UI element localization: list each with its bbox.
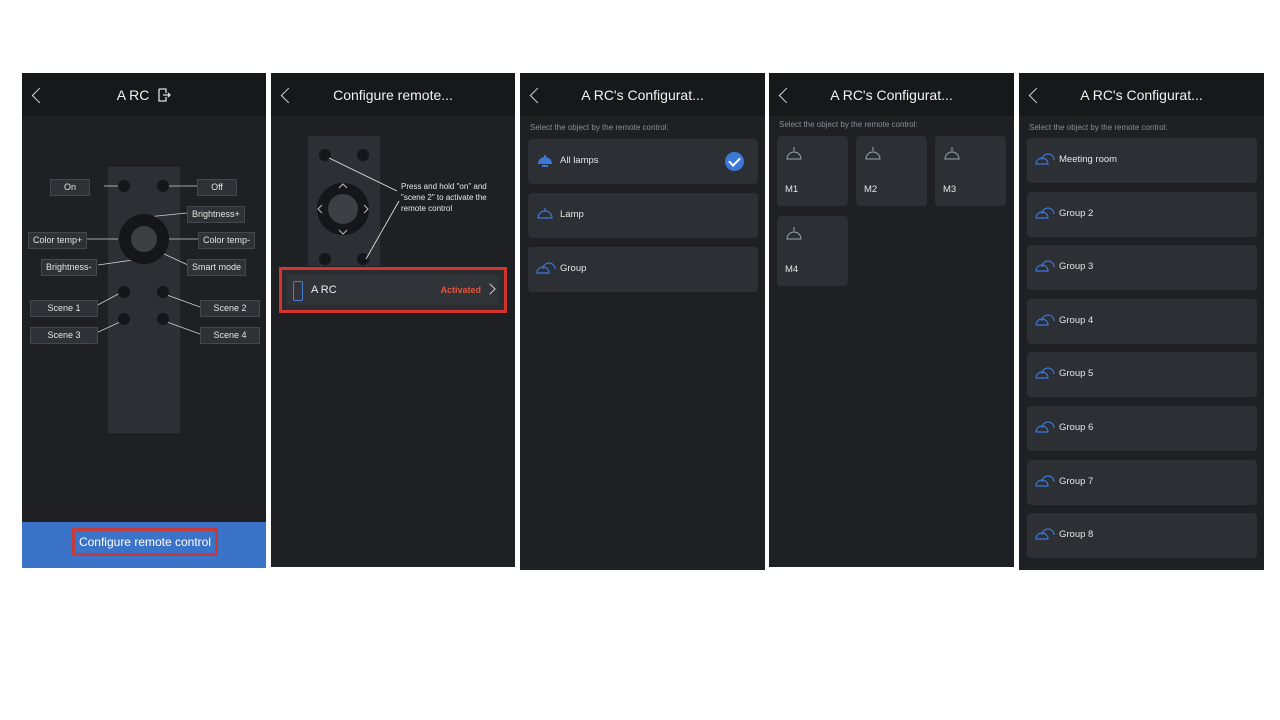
list-item-label: Group 6 — [1059, 422, 1094, 433]
configure-remote-button[interactable]: Configure remote control — [72, 528, 218, 556]
list-item-lamp[interactable]: Lamp — [528, 193, 758, 238]
scene2-button-dot — [157, 286, 169, 298]
group-icon — [1035, 528, 1055, 540]
group-list-item[interactable]: Group 8 — [1027, 513, 1257, 559]
label-scene4: Scene 4 — [200, 327, 260, 344]
label-scene2: Scene 2 — [200, 300, 260, 317]
chevron-right-icon — [484, 283, 496, 295]
lamp-tile-m4[interactable]: M4 — [777, 216, 848, 286]
scene3-button-dot — [118, 313, 130, 325]
status-badge: Activated — [440, 285, 481, 295]
lamp-tile-m3[interactable]: M3 — [935, 136, 1006, 206]
tile-label: M2 — [864, 184, 878, 195]
group-icon — [1035, 421, 1055, 433]
list-item-label: Group 2 — [1059, 207, 1094, 219]
list-item-label: Group 5 — [1059, 368, 1094, 380]
screen-remote-overview: A RC On Off Brightness+ Color temp+ Colo… — [22, 73, 266, 568]
list-item-group[interactable]: Group — [528, 247, 758, 292]
group-list-item[interactable]: Group 2 — [1027, 191, 1257, 237]
label-off: Off — [197, 179, 237, 196]
pendant-lamp-icon — [944, 147, 960, 160]
lamp-filled-icon — [538, 155, 552, 167]
off-button-dot — [157, 180, 169, 192]
screen-select-lamps: A RC's Configurat... Select the object b… — [769, 73, 1014, 567]
page-title: A RC's Configurat... — [830, 87, 953, 103]
list-item-label: All lamps — [560, 155, 599, 166]
scene1-button-dot — [118, 286, 130, 298]
tile-label: M3 — [943, 184, 957, 195]
label-on: On — [50, 179, 90, 196]
activation-instruction: Press and hold "on" and "scene 2" to act… — [401, 182, 487, 213]
lamp-tile-m2[interactable]: M2 — [856, 136, 927, 206]
group-icon — [1035, 207, 1055, 219]
label-color-temp-up: Color temp+ — [28, 232, 88, 249]
label-brightness-down: Brightness- — [41, 259, 97, 276]
remote-device-row[interactable]: A RC Activated — [279, 267, 507, 313]
scene4-button-dot — [157, 313, 169, 325]
device-name: A RC — [311, 284, 337, 296]
list-item-label: Group 4 — [1059, 314, 1094, 326]
label-smart-mode: Smart mode — [187, 259, 247, 276]
leader-lines — [87, 185, 201, 335]
page-title: A RC's Configurat... — [581, 87, 704, 103]
label-brightness-up: Brightness+ — [187, 206, 245, 223]
remote-illustration — [317, 149, 400, 265]
list-item-label: Group 8 — [1059, 529, 1094, 541]
lamp-icon — [537, 208, 553, 219]
group-list-item[interactable]: Meeting room — [1027, 138, 1257, 183]
group-list-item[interactable]: Group 3 — [1027, 245, 1257, 291]
group-icon — [1035, 367, 1055, 379]
remote-device-row-inner: A RC Activated — [287, 275, 499, 305]
group-list-item[interactable]: Group 4 — [1027, 298, 1257, 344]
label-scene3: Scene 3 — [30, 327, 98, 344]
configure-bar: Configure remote control — [22, 522, 266, 568]
label-scene1: Scene 1 — [30, 300, 98, 317]
checkmark-icon[interactable] — [725, 152, 744, 171]
list-item-label: Lamp — [560, 209, 584, 220]
group-icon — [1035, 475, 1055, 487]
remote-icon — [293, 281, 303, 301]
group-icon — [536, 262, 556, 274]
screen-select-groups: A RC's Configurat... Select the object b… — [1019, 73, 1264, 570]
page-title: A RC's Configurat... — [1080, 87, 1203, 103]
label-color-temp-down: Color temp- — [198, 232, 256, 249]
tile-label: M4 — [785, 264, 799, 275]
select-hint: Select the object by the remote control: — [779, 120, 918, 129]
group-list-item[interactable]: Group 5 — [1027, 352, 1257, 398]
screen-select-object: A RC's Configurat... Select the object b… — [520, 73, 765, 570]
list-item-label: Group — [560, 263, 587, 274]
pendant-lamp-icon — [865, 147, 881, 160]
direction-ring — [119, 214, 169, 264]
screen-configure-remote: Configure remote... Press and hold "on" … — [271, 73, 515, 567]
pendant-lamp-icon — [786, 147, 802, 160]
select-hint: Select the object by the remote control: — [1029, 123, 1168, 132]
lamp-tile-m1[interactable]: M1 — [777, 136, 848, 206]
group-icon — [1035, 260, 1055, 272]
list-item-label: Meeting room — [1059, 154, 1118, 165]
list-item-all-lamps[interactable]: All lamps — [528, 139, 758, 184]
group-icon — [1035, 314, 1055, 326]
tile-label: M1 — [785, 184, 799, 195]
group-icon — [1035, 153, 1055, 165]
ring-center — [131, 226, 157, 252]
group-list-item[interactable]: Group 7 — [1027, 459, 1257, 505]
on-button-dot — [118, 180, 130, 192]
list-item-label: Group 7 — [1059, 475, 1094, 487]
group-list-item[interactable]: Group 6 — [1027, 406, 1257, 451]
pendant-lamp-icon — [786, 227, 802, 240]
list-item-label: Group 3 — [1059, 261, 1094, 273]
select-hint: Select the object by the remote control: — [530, 123, 669, 132]
